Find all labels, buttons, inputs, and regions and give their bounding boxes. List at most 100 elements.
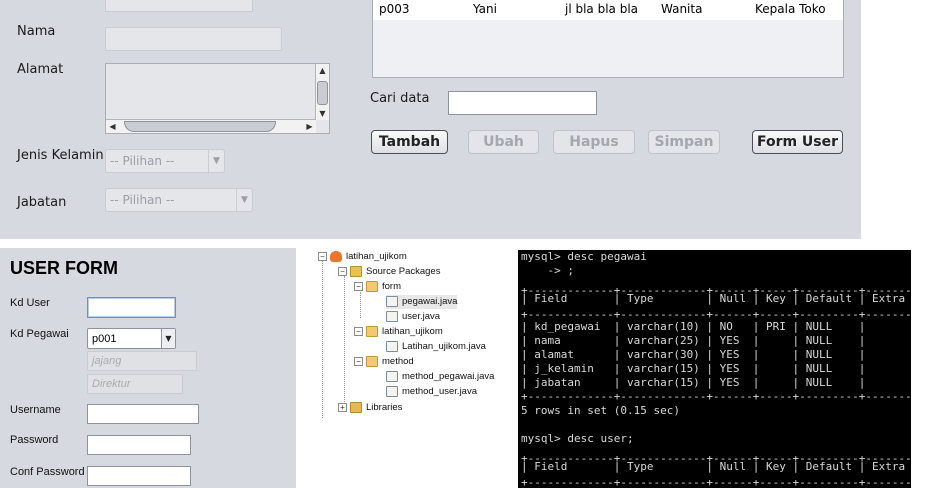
libraries-icon xyxy=(350,401,362,413)
conf-password-label: Conf Password xyxy=(10,466,85,478)
table-cell-kd-pegawai: p003 xyxy=(379,2,410,16)
tree-guide-line xyxy=(344,276,345,412)
alamat-textarea[interactable]: ▲ ▼ ◀ ▶ xyxy=(105,63,330,134)
nama-label: Nama xyxy=(17,24,56,39)
package-icon xyxy=(366,355,378,367)
console-line: | j_kelamin | varchar(15) | YES | | NULL… xyxy=(521,362,911,375)
collapse-icon[interactable]: − xyxy=(338,266,347,276)
username-label: Username xyxy=(10,404,61,416)
cari-data-label: Cari data xyxy=(370,91,430,106)
collapse-icon[interactable]: − xyxy=(354,356,363,366)
table-row[interactable]: p003 Yani jl bla bla bla Wanita Kepala T… xyxy=(373,0,843,20)
alamat-vertical-scrollbar[interactable]: ▲ ▼ xyxy=(315,64,329,120)
chevron-down-icon: ▼ xyxy=(161,329,175,348)
kd-user-input[interactable] xyxy=(87,297,176,318)
source-packages-icon xyxy=(350,265,362,277)
tree-node-label: latihan_ujikom xyxy=(346,251,407,262)
tree-node-label: Libraries xyxy=(366,402,403,413)
username-input[interactable] xyxy=(87,404,199,424)
scroll-thumb[interactable] xyxy=(317,81,328,105)
tree-guide-line xyxy=(360,292,361,318)
console-line: | kd_pegawai | varchar(10) | NO | PRI | … xyxy=(521,320,911,333)
scroll-thumb[interactable] xyxy=(124,121,276,132)
package-icon xyxy=(366,325,378,337)
nama-pegawai-display: jajang xyxy=(87,351,197,371)
hapus-button[interactable]: Hapus xyxy=(553,130,635,154)
scroll-up-arrow-icon[interactable]: ▲ xyxy=(316,64,329,77)
collapse-icon[interactable]: − xyxy=(354,281,363,291)
java-class-file-icon xyxy=(386,385,398,397)
alamat-label: Alamat xyxy=(17,62,64,77)
table-cell-jenis-kelamin: Wanita xyxy=(661,2,703,16)
tree-node-file-method-user[interactable]: method_user.java xyxy=(386,385,477,399)
jabatan-display: Direktur xyxy=(87,374,183,394)
pegawai-form-window: Nama Alamat ▲ ▼ ◀ ▶ Jenis Kelamin -- Pil… xyxy=(0,0,861,239)
console-line: 5 rows in set (0.15 sec) xyxy=(521,404,680,417)
jabatan-select[interactable]: -- Pilihan -- ▼ xyxy=(105,188,253,212)
console-line: | alamat | varchar(30) | YES | | NULL | … xyxy=(521,348,911,361)
password-label: Password xyxy=(10,434,59,446)
user-form-window: USER FORM Kd User Kd Pegawai p001 ▼ jaja… xyxy=(0,248,296,488)
search-input[interactable] xyxy=(448,91,597,115)
java-class-file-icon xyxy=(386,340,398,352)
console-line: +-------------+-------------+------+----… xyxy=(521,390,911,403)
user-form-title: USER FORM xyxy=(10,258,118,278)
tambah-button[interactable]: Tambah xyxy=(371,130,448,154)
password-input[interactable] xyxy=(87,435,191,455)
tree-node-label: latihan_ujikom xyxy=(382,326,443,337)
tree-node-project[interactable]: − latihan_ujikom xyxy=(318,250,407,264)
scroll-left-arrow-icon[interactable]: ◀ xyxy=(106,120,119,133)
tree-node-label: Source Packages xyxy=(366,266,441,277)
console-line: mysql> desc pegawai xyxy=(521,250,647,263)
console-line: | Field | Type | Null | Key | Default | … xyxy=(521,292,911,305)
jabatan-select-value: -- Pilihan -- xyxy=(110,193,175,207)
jenis-kelamin-select[interactable]: -- Pilihan -- ▼ xyxy=(105,149,225,173)
tree-node-libraries[interactable]: + Libraries xyxy=(338,401,402,415)
pegawai-table[interactable]: p003 Yani jl bla bla bla Wanita Kepala T… xyxy=(372,0,844,78)
console-line: | nama | varchar(25) | YES | | NULL | | xyxy=(521,334,911,347)
table-cell-nama: Yani xyxy=(473,2,497,16)
mysql-console[interactable]: mysql> desc pegawai -> ; +-------------+… xyxy=(518,250,911,488)
tree-node-file-pegawai[interactable]: pegawai.java xyxy=(386,295,458,309)
scroll-down-arrow-icon[interactable]: ▼ xyxy=(316,107,329,120)
tree-node-file-user[interactable]: user.java xyxy=(386,310,440,324)
kd-pegawai-select-value: p001 xyxy=(92,333,117,345)
form-user-button[interactable]: Form User xyxy=(752,130,843,154)
console-line: +-------------+-------------+------+----… xyxy=(521,476,911,488)
simpan-button[interactable]: Simpan xyxy=(648,130,720,154)
tree-node-source-packages[interactable]: − Source Packages xyxy=(338,265,440,279)
tree-node-file-method-pegawai[interactable]: method_pegawai.java xyxy=(386,370,494,384)
kd-pegawai-field[interactable] xyxy=(105,0,253,12)
alamat-horizontal-scrollbar[interactable]: ◀ ▶ xyxy=(106,119,316,133)
tree-node-package-method[interactable]: − method xyxy=(354,355,414,369)
jenis-kelamin-label: Jenis Kelamin xyxy=(17,148,104,163)
tree-node-label: method_user.java xyxy=(402,386,477,397)
ubah-button[interactable]: Ubah xyxy=(468,130,539,154)
console-line: -> ; xyxy=(521,264,574,277)
tree-node-package-form[interactable]: − form xyxy=(354,280,401,294)
tree-node-label: pegawai.java xyxy=(402,296,458,307)
tree-node-label: method_pegawai.java xyxy=(402,371,495,382)
project-tree: − latihan_ujikom − Source Packages − form p… xyxy=(316,248,506,423)
chevron-down-icon: ▼ xyxy=(208,150,224,172)
tree-node-label: user.java xyxy=(402,311,441,322)
kd-user-label: Kd User xyxy=(10,297,50,309)
tree-node-label: method xyxy=(382,356,414,367)
jabatan-label: Jabatan xyxy=(17,195,67,210)
table-cell-jabatan: Kepala Toko xyxy=(755,2,826,16)
collapse-icon[interactable]: − xyxy=(318,251,327,261)
collapse-icon[interactable]: − xyxy=(354,326,363,336)
expand-icon[interactable]: + xyxy=(338,402,347,412)
kd-pegawai-select[interactable]: p001 ▼ xyxy=(87,328,176,349)
console-line: | jabatan | varchar(15) | YES | | NULL |… xyxy=(521,376,911,389)
tree-node-label: Latihan_ujikom.java xyxy=(402,341,486,352)
nama-field[interactable] xyxy=(105,27,282,51)
java-form-file-icon xyxy=(386,295,398,307)
tree-node-label: form xyxy=(382,281,401,292)
conf-password-input[interactable] xyxy=(87,466,191,486)
tree-node-package-latihan[interactable]: − latihan_ujikom xyxy=(354,325,443,339)
scroll-right-arrow-icon[interactable]: ▶ xyxy=(303,120,316,133)
console-line: mysql> desc user; xyxy=(521,432,634,445)
package-icon xyxy=(366,280,378,292)
tree-node-file-latihan[interactable]: Latihan_ujikom.java xyxy=(386,340,486,354)
